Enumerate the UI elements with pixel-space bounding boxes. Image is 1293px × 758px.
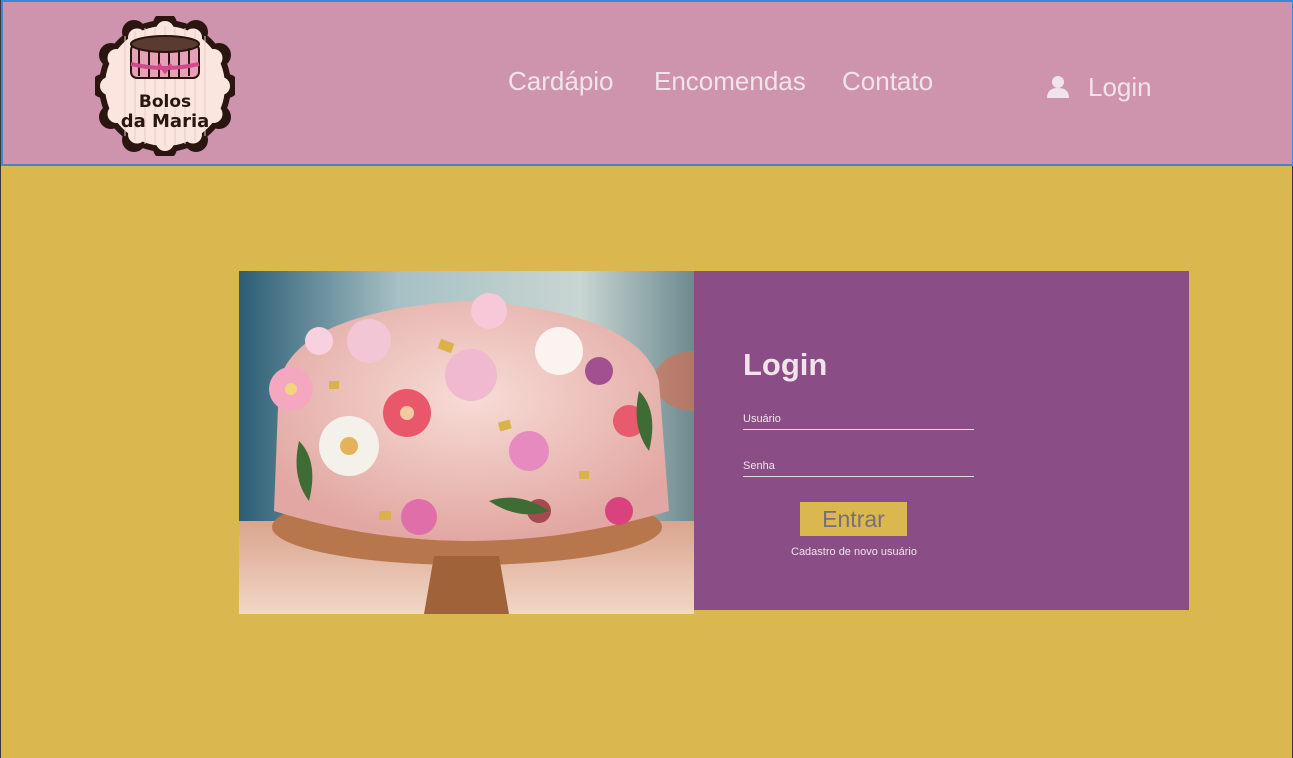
logo-text: Bolos da Maria: [95, 92, 235, 132]
nav-link-cardapio[interactable]: Cardápio: [508, 66, 614, 97]
header-login-label: Login: [1088, 71, 1152, 102]
username-field-wrap: [743, 408, 974, 430]
signup-link[interactable]: Cadastro de novo usuário: [791, 546, 917, 558]
username-input[interactable]: [743, 408, 974, 430]
login-panel: Login Entrar Cadastro de novo usuário: [694, 271, 1189, 610]
nav-link-encomendas[interactable]: Encomendas: [654, 66, 806, 97]
password-input[interactable]: [743, 455, 974, 477]
cake-photo: [239, 271, 694, 614]
logo-badge-icon: [95, 16, 235, 156]
logo-line-2: da Maria: [120, 111, 210, 132]
user-icon: [1047, 76, 1069, 98]
header-login-link[interactable]: Login: [1045, 70, 1152, 104]
login-card: Login Entrar Cadastro de novo usuário: [239, 271, 1189, 614]
site-header: Bolos da Maria Cardápio Encomendas Conta…: [1, 0, 1293, 166]
submit-login-button[interactable]: Entrar: [800, 502, 907, 536]
password-field-wrap: [743, 455, 974, 477]
nav-link-contato[interactable]: Contato: [842, 66, 933, 97]
logo-line-1: Bolos: [138, 92, 192, 112]
bolos-da-maria-logo[interactable]: Bolos da Maria: [95, 16, 235, 156]
login-title: Login: [743, 347, 828, 382]
flower-cake-image: [239, 271, 694, 614]
